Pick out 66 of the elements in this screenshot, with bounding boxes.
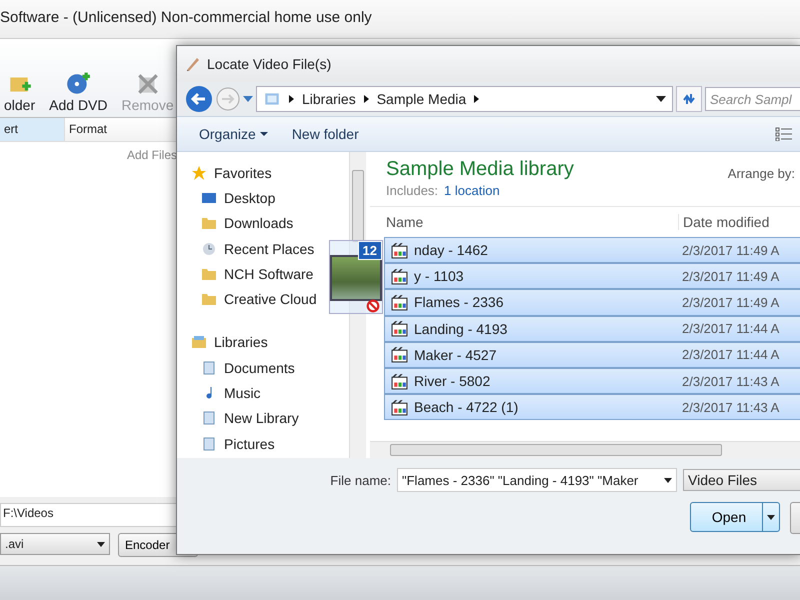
file-name-label: File name: xyxy=(330,472,391,488)
file-row[interactable]: y - 1103 2/3/2017 11:49 A xyxy=(384,263,800,290)
folder-icon xyxy=(201,291,217,308)
photo-placeholder xyxy=(330,255,382,301)
count-badge: 12 xyxy=(358,241,382,260)
video-file-icon xyxy=(391,372,408,390)
video-file-icon xyxy=(391,268,408,285)
horizontal-scrollbar[interactable] xyxy=(370,441,800,458)
column-header[interactable]: Date modified xyxy=(678,214,800,230)
downloads-folder-icon xyxy=(201,215,217,232)
nav-item[interactable]: NCH Software xyxy=(191,261,314,286)
view-options-icon[interactable] xyxy=(775,127,793,141)
nav-item[interactable]: New Library xyxy=(191,406,299,431)
empty-hint: Add Files xyxy=(127,148,178,162)
file-row[interactable]: Flames - 2336 2/3/2017 11:49 A xyxy=(384,289,800,316)
refresh-icon xyxy=(681,91,697,107)
refresh-button[interactable] xyxy=(676,86,702,112)
video-file-icon xyxy=(391,294,408,311)
nav-item[interactable]: Creative Cloud xyxy=(191,286,317,312)
window-title: Software - (Unlicensed) Non-commercial home use only xyxy=(0,0,800,39)
address-bar[interactable]: Libraries Sample Media xyxy=(256,86,673,112)
nav-item[interactable]: Pictures xyxy=(191,430,275,456)
cancel-button[interactable] xyxy=(790,502,800,534)
file-row[interactable]: River - 5802 2/3/2017 11:43 A xyxy=(384,368,800,394)
nav-item[interactable]: Documents xyxy=(191,355,295,380)
includes-label: Includes: xyxy=(386,183,438,198)
video-file-icon xyxy=(391,346,408,364)
file-name-field[interactable]: "Flames - 2336" "Landing - 4193" "Maker xyxy=(397,468,677,492)
toolbar-button[interactable]: Add DVD xyxy=(45,71,112,113)
file-row[interactable]: nday - 1462 2/3/2017 11:49 A xyxy=(384,237,800,264)
toolbar-button[interactable]: older xyxy=(0,71,40,113)
nav-item[interactable]: Music xyxy=(191,380,261,406)
file-row[interactable]: Landing - 4193 2/3/2017 11:44 A xyxy=(384,316,800,342)
nav-item[interactable]: Downloads xyxy=(191,210,294,236)
document-icon xyxy=(201,360,217,376)
nav-group[interactable]: Favorites xyxy=(191,160,272,186)
format-dropdown[interactable]: .avi xyxy=(0,533,110,555)
dialog-title: Locate Video File(s) xyxy=(207,56,332,72)
star-icon xyxy=(191,164,207,181)
nav-item[interactable]: Desktop xyxy=(191,185,276,211)
libraries-icon xyxy=(191,334,207,350)
library-title: Sample Media library xyxy=(386,158,574,181)
video-file-icon xyxy=(391,398,408,416)
history-caret-icon[interactable] xyxy=(243,96,253,102)
breadcrumb-item[interactable]: Sample Media xyxy=(376,91,466,107)
no-entry-icon xyxy=(366,299,380,313)
nav-group[interactable]: Libraries xyxy=(191,330,268,356)
video-file-icon xyxy=(391,320,408,338)
recent-places-icon xyxy=(201,240,217,257)
new-folder-button[interactable]: New folder xyxy=(286,122,365,146)
file-type-dropdown[interactable]: Video Files xyxy=(683,469,800,491)
search-field[interactable]: Search Sampl xyxy=(705,87,800,111)
back-button[interactable] xyxy=(185,85,213,113)
video-file-icon xyxy=(391,242,408,259)
open-button[interactable]: Open xyxy=(690,502,780,532)
organize-button[interactable]: Organize xyxy=(193,122,274,146)
pencil-icon xyxy=(185,56,201,72)
location-link[interactable]: 1 location xyxy=(444,183,500,198)
file-row[interactable]: Maker - 4527 2/3/2017 11:44 A xyxy=(384,342,800,368)
nav-item[interactable]: Recent Places xyxy=(191,236,314,262)
breadcrumb-item[interactable]: Libraries xyxy=(302,91,356,107)
dropdown-caret-icon[interactable] xyxy=(656,96,666,102)
column-header[interactable]: Name xyxy=(370,214,678,230)
column-header[interactable]: ert xyxy=(0,118,65,142)
arrange-by-label: Arrange by: xyxy=(728,166,796,181)
file-row[interactable]: Beach - 4722 (1) 2/3/2017 11:43 A xyxy=(384,394,800,420)
